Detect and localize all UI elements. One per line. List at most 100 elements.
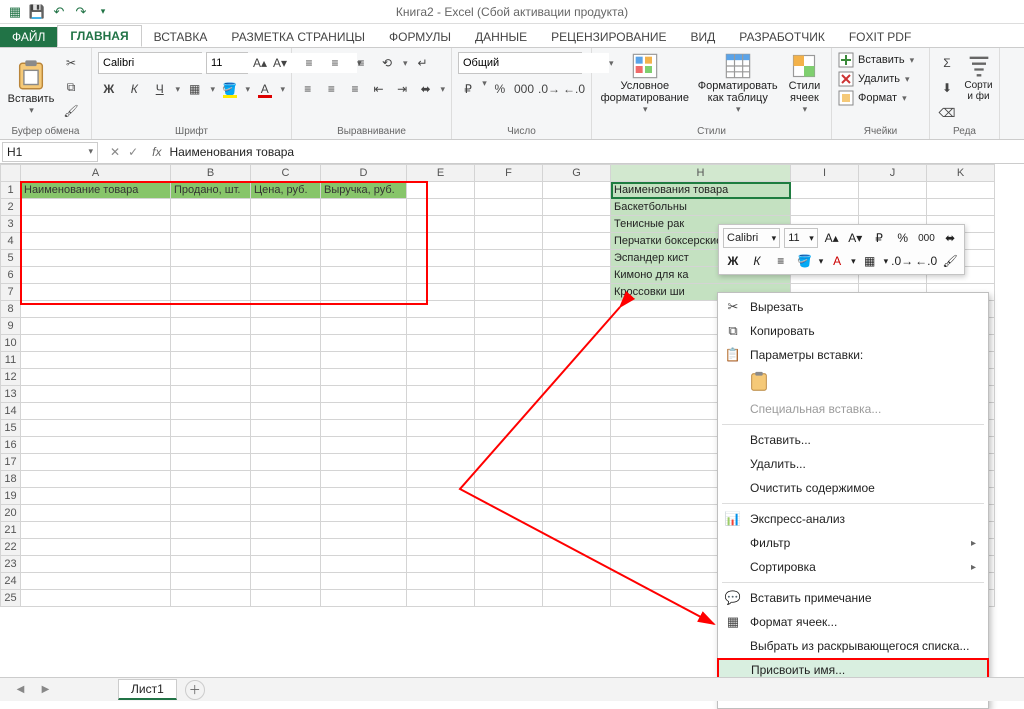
tab-layout[interactable]: РАЗМЕТКА СТРАНИЦЫ xyxy=(219,27,377,47)
ctx-paste-options[interactable]: 📋Параметры вставки: xyxy=(718,343,988,367)
mini-currency-icon[interactable]: ₽ xyxy=(869,228,889,248)
clear-icon[interactable]: ⌫ xyxy=(936,102,958,124)
tab-review[interactable]: РЕЦЕНЗИРОВАНИЕ xyxy=(539,27,678,47)
col-header[interactable]: D xyxy=(321,165,407,182)
col-header[interactable]: C xyxy=(251,165,321,182)
mini-grow-font-icon[interactable]: A▴ xyxy=(822,228,842,248)
col-header[interactable]: A xyxy=(21,165,171,182)
ctx-quick-analysis[interactable]: 📊Экспресс-анализ xyxy=(718,507,988,531)
shrink-font-icon[interactable]: A▾ xyxy=(272,52,288,74)
dec-decimal-icon[interactable]: ←.0 xyxy=(563,78,585,100)
col-header[interactable]: E xyxy=(407,165,475,182)
sheet-nav-prev-icon[interactable]: ◀ xyxy=(17,684,25,695)
ctx-insert[interactable]: Вставить... xyxy=(718,428,988,452)
col-header[interactable]: G xyxy=(543,165,611,182)
sheet-nav-next-icon[interactable]: ▶ xyxy=(42,684,50,695)
align-center-icon[interactable]: ≡ xyxy=(322,78,342,100)
mini-merge-icon[interactable]: ⬌ xyxy=(940,228,960,248)
autosum-icon[interactable]: Σ xyxy=(936,52,958,74)
ctx-cut[interactable]: ✂Вырезать xyxy=(718,295,988,319)
inc-decimal-icon[interactable]: .0→ xyxy=(538,78,560,100)
ctx-format-cells[interactable]: ▦Формат ячеек... xyxy=(718,610,988,634)
tab-foxit[interactable]: Foxit PDF xyxy=(837,27,923,47)
row-header[interactable]: 5 xyxy=(1,250,21,267)
conditional-formatting-button[interactable]: Условное форматирование▾ xyxy=(598,52,692,115)
ctx-filter[interactable]: Фильтр▸ xyxy=(718,531,988,555)
tab-data[interactable]: ДАННЫЕ xyxy=(463,27,539,47)
tab-view[interactable]: ВИД xyxy=(679,27,728,47)
ctx-insert-comment[interactable]: 💬Вставить примечание xyxy=(718,586,988,610)
col-header[interactable]: K xyxy=(927,165,995,182)
row-header[interactable]: 3 xyxy=(1,216,21,233)
col-header[interactable]: B xyxy=(171,165,251,182)
format-as-table-button[interactable]: Форматировать как таблицу▾ xyxy=(696,52,780,115)
mini-format-painter-icon[interactable]: 🖌 xyxy=(940,251,960,271)
number-format-select[interactable] xyxy=(459,53,609,73)
cancel-formula-icon[interactable]: ✕ xyxy=(110,145,120,159)
mini-bold-icon[interactable]: Ж xyxy=(723,251,743,271)
mini-dec-dec-icon[interactable]: ←.0 xyxy=(916,251,936,271)
align-top-icon[interactable]: ≡ xyxy=(298,52,320,74)
cell[interactable] xyxy=(859,182,927,199)
cell[interactable] xyxy=(543,182,611,199)
tab-developer[interactable]: РАЗРАБОТЧИК xyxy=(727,27,837,47)
font-color-icon[interactable]: A xyxy=(254,78,275,100)
merge-icon[interactable]: ⬌ xyxy=(416,78,436,100)
row-header[interactable]: 2 xyxy=(1,199,21,216)
cell[interactable]: Баскетбольны xyxy=(611,199,791,216)
indent-inc-icon[interactable]: ⇥ xyxy=(392,78,412,100)
mini-fill-icon[interactable]: 🪣 xyxy=(795,251,815,271)
tab-formulas[interactable]: ФОРМУЛЫ xyxy=(377,27,463,47)
paste-button[interactable]: Вставить ▾ xyxy=(6,59,56,116)
ctx-paste-btn[interactable] xyxy=(718,367,988,397)
mini-align-icon[interactable]: ≡ xyxy=(771,251,791,271)
sort-filter-button[interactable]: Сорти и фи xyxy=(964,52,993,124)
cell[interactable] xyxy=(407,182,475,199)
confirm-formula-icon[interactable]: ✓ xyxy=(128,145,138,159)
cell[interactable]: Цена, руб. xyxy=(251,182,321,199)
copy-icon[interactable]: ⧉ xyxy=(60,76,82,98)
redo-icon[interactable]: ↷ xyxy=(72,3,90,21)
underline-button[interactable]: Ч xyxy=(149,78,170,100)
add-sheet-button[interactable]: ＋ xyxy=(185,680,205,700)
tab-home[interactable]: ГЛАВНАЯ xyxy=(57,25,141,47)
name-box[interactable]: H1▾ xyxy=(2,142,98,162)
cell[interactable] xyxy=(927,182,995,199)
insert-cells-button[interactable]: Вставить▾ xyxy=(838,52,923,68)
mini-comma-icon[interactable]: 000 xyxy=(917,228,937,248)
grow-font-icon[interactable]: A▴ xyxy=(252,52,268,74)
currency-icon[interactable]: ₽ xyxy=(458,78,478,100)
mini-percent-icon[interactable]: % xyxy=(893,228,913,248)
percent-icon[interactable]: % xyxy=(490,78,510,100)
comma-icon[interactable]: 000 xyxy=(513,78,535,100)
col-header[interactable]: H xyxy=(611,165,791,182)
ctx-delete[interactable]: Удалить... xyxy=(718,452,988,476)
col-header[interactable]: J xyxy=(859,165,927,182)
cell[interactable]: Выручка, руб. xyxy=(321,182,407,199)
cell-styles-button[interactable]: Стили ячеек▾ xyxy=(784,52,825,115)
mini-dec-inc-icon[interactable]: .0→ xyxy=(892,251,912,271)
save-icon[interactable]: 💾 xyxy=(28,3,46,21)
border-icon[interactable]: ▦ xyxy=(184,78,205,100)
cut-icon[interactable]: ✂ xyxy=(60,52,82,74)
align-bot-icon[interactable]: ≡ xyxy=(350,52,372,74)
row-header[interactable]: 1 xyxy=(1,182,21,199)
cell[interactable]: Продано, шт. xyxy=(171,182,251,199)
format-painter-icon[interactable]: 🖌 xyxy=(60,100,82,122)
undo-icon[interactable]: ↶ xyxy=(50,3,68,21)
ctx-clear[interactable]: Очистить содержимое xyxy=(718,476,988,500)
ctx-pick-from-list[interactable]: Выбрать из раскрывающегося списка... xyxy=(718,634,988,658)
italic-button[interactable]: К xyxy=(123,78,144,100)
row-header[interactable]: 7 xyxy=(1,284,21,301)
bold-button[interactable]: Ж xyxy=(98,78,119,100)
mini-shrink-font-icon[interactable]: A▾ xyxy=(845,228,865,248)
align-mid-icon[interactable]: ≡ xyxy=(324,52,346,74)
mini-border-icon[interactable]: ▦ xyxy=(860,251,880,271)
mini-font-color-icon[interactable]: A xyxy=(827,251,847,271)
orientation-icon[interactable]: ⟲ xyxy=(376,52,398,74)
sheet-tab[interactable]: Лист1 xyxy=(118,679,177,700)
col-header[interactable]: I xyxy=(791,165,859,182)
ctx-sort[interactable]: Сортировка▸ xyxy=(718,555,988,579)
tab-file[interactable]: ФАЙЛ xyxy=(0,27,57,47)
tab-insert[interactable]: ВСТАВКА xyxy=(142,27,220,47)
